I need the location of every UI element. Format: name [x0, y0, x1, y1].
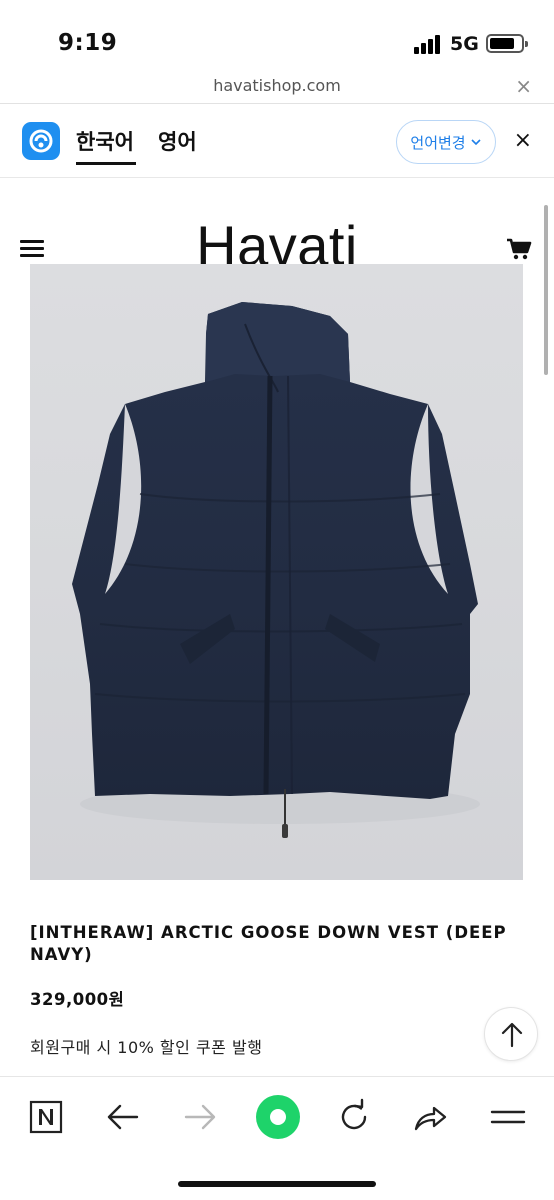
coupon-note: 회원구매 시 10% 할인 쿠폰 발행	[30, 1038, 263, 1057]
down-vest-photo	[72, 302, 480, 838]
active-tab-underline	[76, 162, 136, 165]
signal-strength-icon	[414, 34, 444, 54]
papago-logo-icon	[22, 122, 60, 160]
source-language-tab[interactable]: 한국어	[76, 126, 134, 156]
translate-bar: 한국어 영어 언어변경 ×	[0, 104, 554, 178]
change-language-button[interactable]: 언어변경	[396, 120, 496, 164]
site-header: Havati	[0, 178, 554, 276]
more-menu-icon[interactable]	[486, 1095, 530, 1139]
url-bar[interactable]: havatishop.com ×	[0, 70, 554, 104]
status-time: 9:19	[58, 30, 118, 56]
product-title: [INTHERAW] ARCTIC GOOSE DOWN VEST (DEEP …	[30, 923, 507, 964]
target-language-tab[interactable]: 영어	[158, 126, 197, 156]
green-dot-home-icon[interactable]	[252, 1091, 304, 1143]
product-image[interactable]	[30, 264, 523, 880]
forward-arrow-icon[interactable]	[178, 1095, 222, 1139]
network-type: 5G	[450, 33, 479, 55]
status-bar: 9:19 5G	[0, 0, 554, 70]
scroll-to-top-button[interactable]	[484, 1007, 538, 1061]
back-arrow-icon[interactable]	[101, 1095, 145, 1139]
translate-close-icon[interactable]: ×	[514, 128, 532, 153]
arrow-up-icon	[501, 1022, 523, 1048]
naver-n-icon[interactable]	[24, 1095, 68, 1139]
refresh-icon[interactable]	[332, 1095, 376, 1139]
change-language-label: 언어변경	[410, 133, 466, 152]
shopping-cart-icon[interactable]	[506, 238, 532, 260]
page-scrollbar[interactable]	[544, 205, 548, 375]
battery-icon	[486, 34, 528, 53]
chevron-down-icon	[471, 139, 481, 146]
url-text[interactable]: havatishop.com	[0, 76, 554, 95]
url-close-icon[interactable]: ×	[515, 74, 532, 98]
home-indicator[interactable]	[178, 1181, 376, 1187]
product-price: 329,000원	[30, 990, 125, 1009]
share-icon[interactable]	[408, 1095, 452, 1139]
